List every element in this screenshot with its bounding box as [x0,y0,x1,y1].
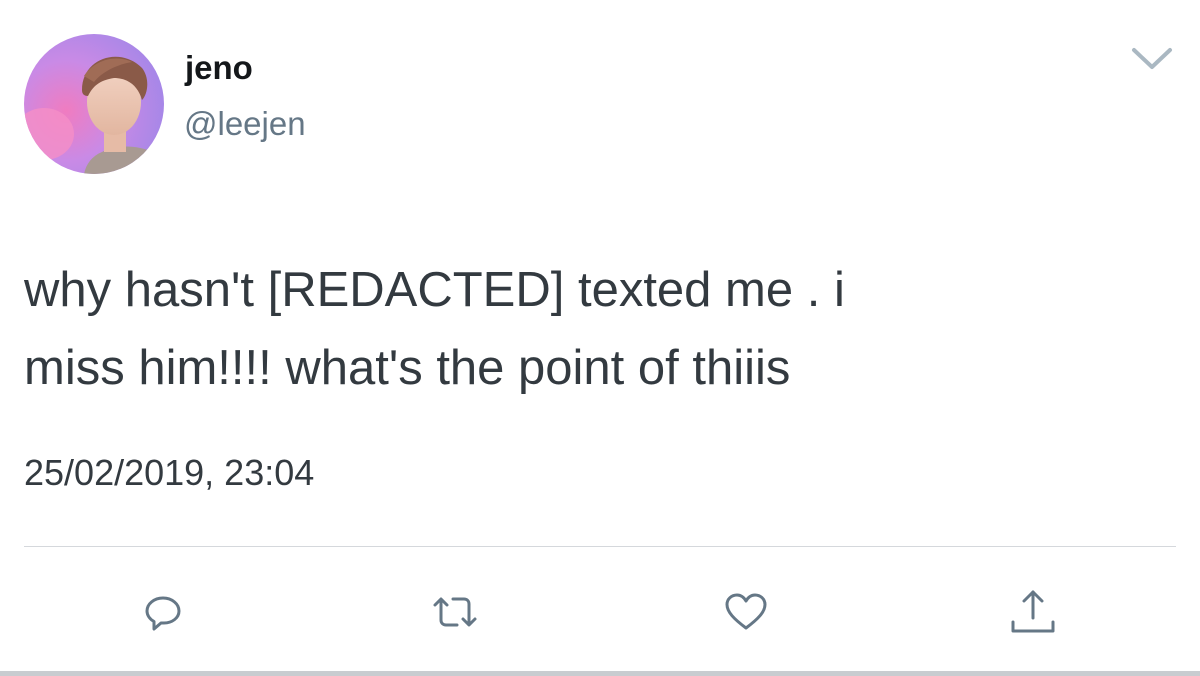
share-icon [1011,590,1055,633]
chevron-down-icon[interactable] [1128,40,1176,76]
like-button[interactable] [718,584,774,640]
username-handle[interactable]: @leejen [184,104,306,144]
reply-icon [145,596,181,631]
screenshot-bottom-edge [0,671,1200,676]
heart-icon [725,593,767,630]
display-name[interactable]: jeno [185,48,253,88]
profile-photo [24,34,164,174]
tweet-text: why hasn't [REDACTED] texted me . i miss… [24,263,845,395]
tweet-timestamp[interactable]: 25/02/2019, 23:04 [24,450,314,496]
retweet-icon [433,597,477,627]
share-button[interactable] [1005,584,1061,640]
retweet-button[interactable] [427,584,483,640]
avatar[interactable] [24,34,164,174]
divider [24,546,1176,547]
reply-button[interactable] [135,584,191,640]
